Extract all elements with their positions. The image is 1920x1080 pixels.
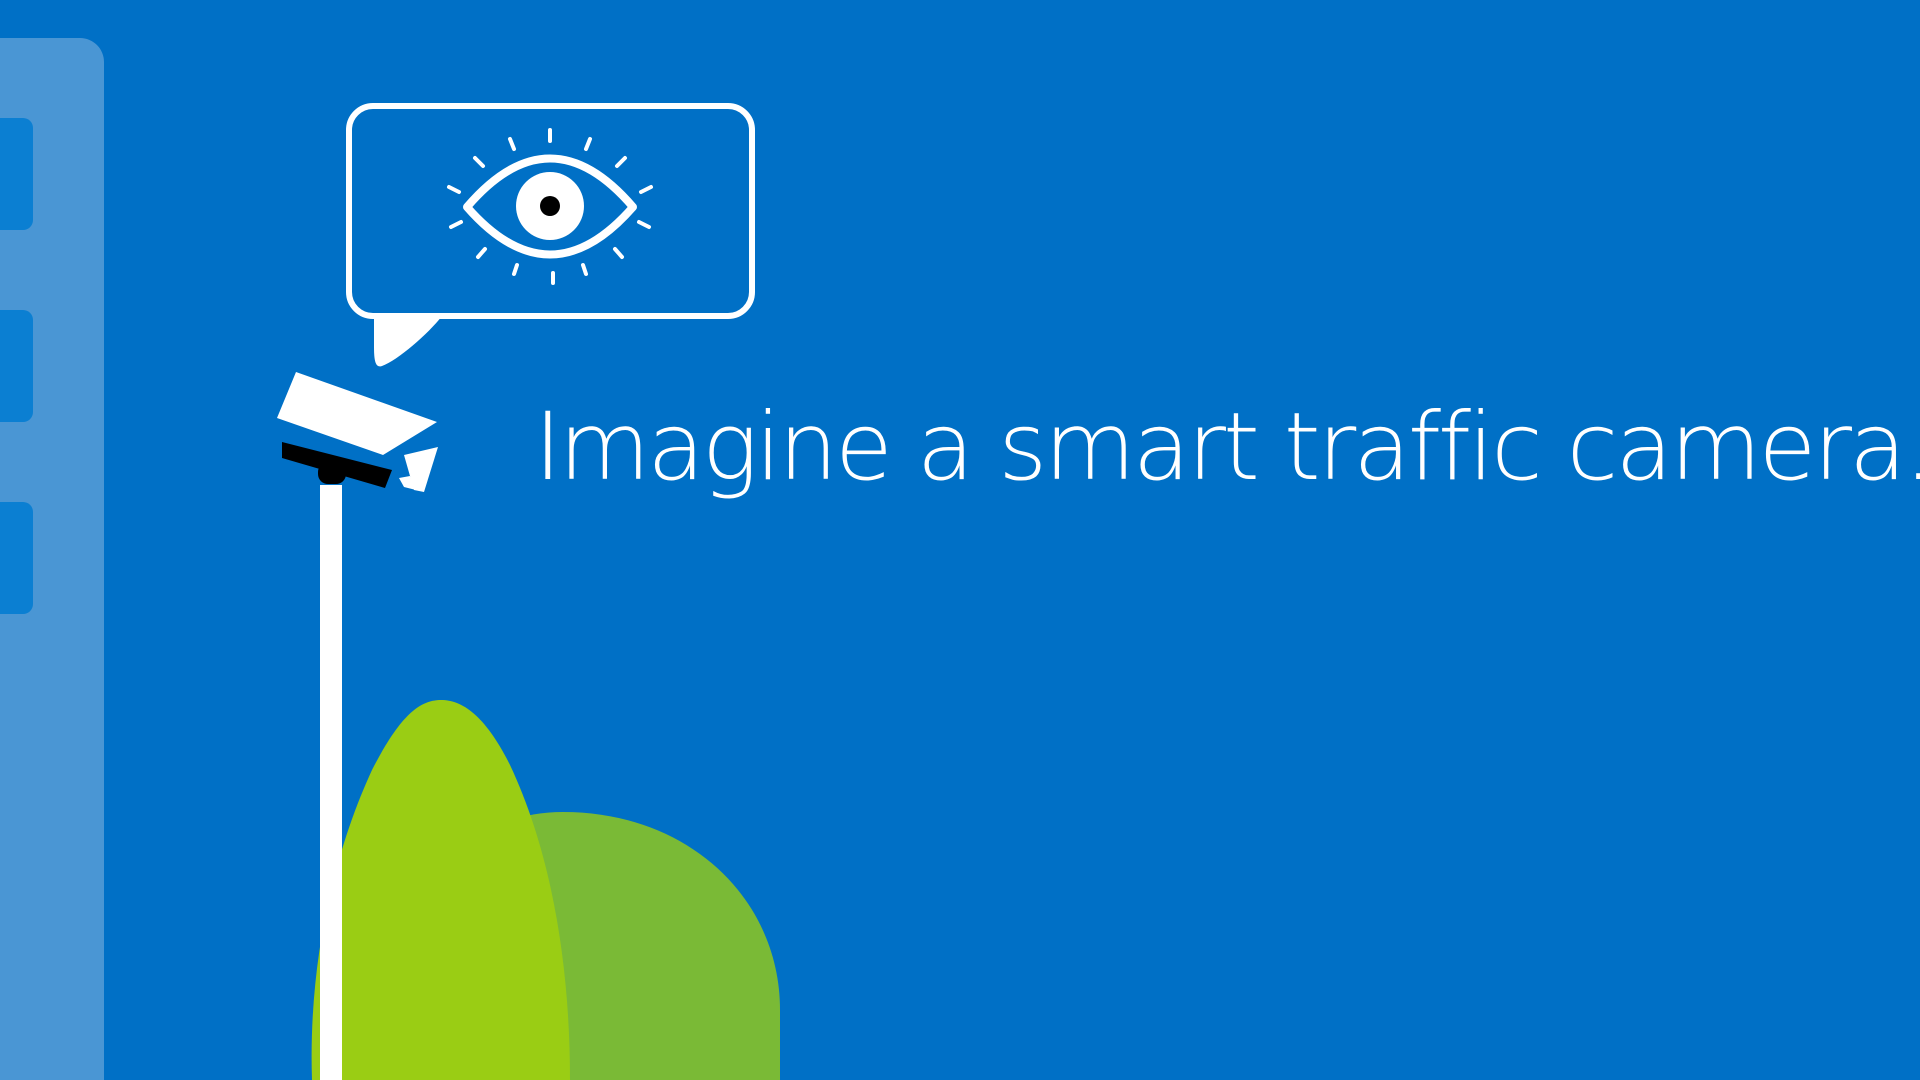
side-panel-tab [0,310,33,422]
illustration [0,0,1920,1080]
camera-mount [318,462,346,484]
side-panel-tab [0,502,33,614]
camera-pole [320,485,342,1080]
headline-text: Imagine a smart traffic camera. [534,393,1920,502]
eye-ray [512,263,519,276]
eye-ray [581,263,588,276]
eye-pupil [540,196,560,216]
side-panel [0,38,104,1080]
side-panel-tab [0,118,33,230]
background [0,0,1920,1080]
